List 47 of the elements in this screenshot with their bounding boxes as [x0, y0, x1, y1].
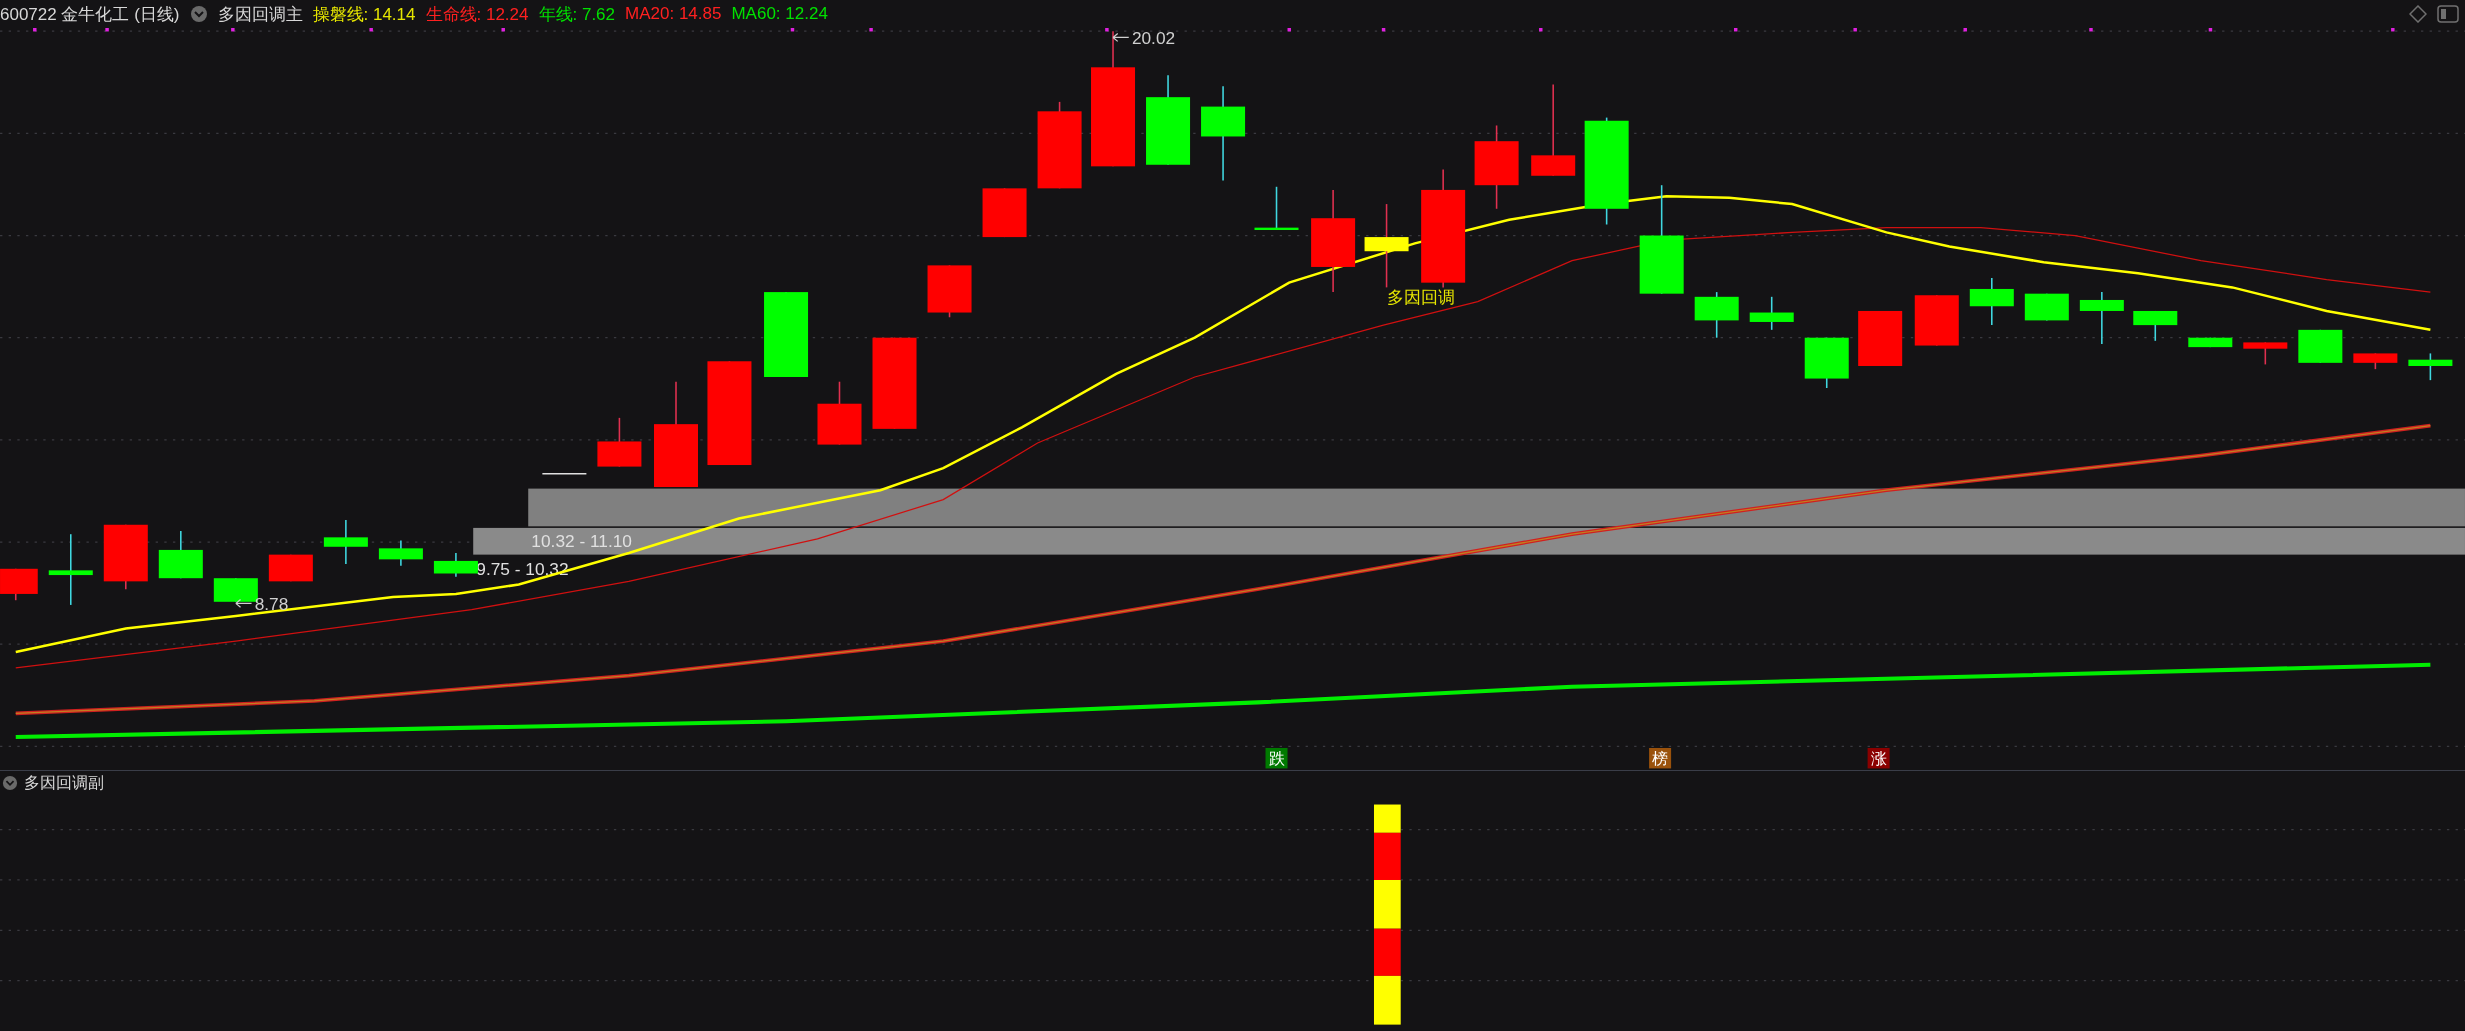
indicator-name: 多因回调主 — [217, 3, 303, 26]
candlestick — [982, 187, 1027, 238]
indicator-value: 年线: 7.62 — [538, 3, 616, 26]
dropdown-icon[interactable] — [2, 775, 18, 791]
candlestick — [433, 552, 478, 578]
indicator-value: 操磐线: 14.14 — [312, 3, 416, 26]
candlestick — [2298, 329, 2343, 364]
candlestick — [268, 553, 313, 583]
candlestick — [927, 264, 972, 319]
candlestick — [1858, 310, 1903, 367]
candlestick — [378, 539, 423, 567]
candlestick — [0, 568, 38, 601]
arrow-icon — [1112, 32, 1130, 42]
candlestick — [817, 380, 862, 446]
indicator-value: MA20: 14.85 — [625, 4, 722, 24]
candlestick — [1694, 291, 1739, 339]
panel-toggle-icon[interactable] — [2437, 5, 2459, 23]
candlestick — [2079, 291, 2124, 345]
candlestick — [103, 523, 148, 590]
candlestick — [2024, 292, 2069, 322]
candlestick — [2188, 336, 2233, 348]
indicator-value: 生命线: 12.24 — [425, 3, 529, 26]
diamond-icon[interactable] — [2409, 5, 2427, 23]
candlestick — [2243, 341, 2288, 366]
price-label: 8.78 — [254, 593, 289, 614]
zone-label: 10.32 - 11.10 — [531, 530, 632, 551]
candlestick — [1804, 336, 1849, 389]
marker-label: 跌 — [1268, 750, 1285, 768]
price-label: 20.02 — [1131, 28, 1176, 48]
candlestick — [1749, 296, 1794, 331]
candlestick — [323, 519, 368, 565]
arrow-icon — [235, 598, 253, 608]
marker-label: 榜 — [1652, 750, 1669, 768]
candlestick — [1914, 294, 1959, 347]
candlestick — [158, 530, 203, 579]
stock-title: 600722 金牛化工 (日线) — [0, 3, 180, 26]
candlestick — [1969, 277, 2014, 326]
candlestick — [2408, 352, 2453, 381]
dropdown-icon[interactable] — [189, 5, 208, 23]
candlestick — [2353, 352, 2398, 370]
marker-label: 涨 — [1870, 750, 1887, 768]
panel-title: 多因回调副 — [24, 772, 104, 793]
candlestick — [1254, 186, 1299, 230]
candlestick — [2133, 310, 2178, 342]
candlestick — [597, 417, 642, 468]
indicator-value: MA60: 12.24 — [731, 4, 828, 24]
signal-label: 多因回调 — [1386, 287, 1455, 308]
